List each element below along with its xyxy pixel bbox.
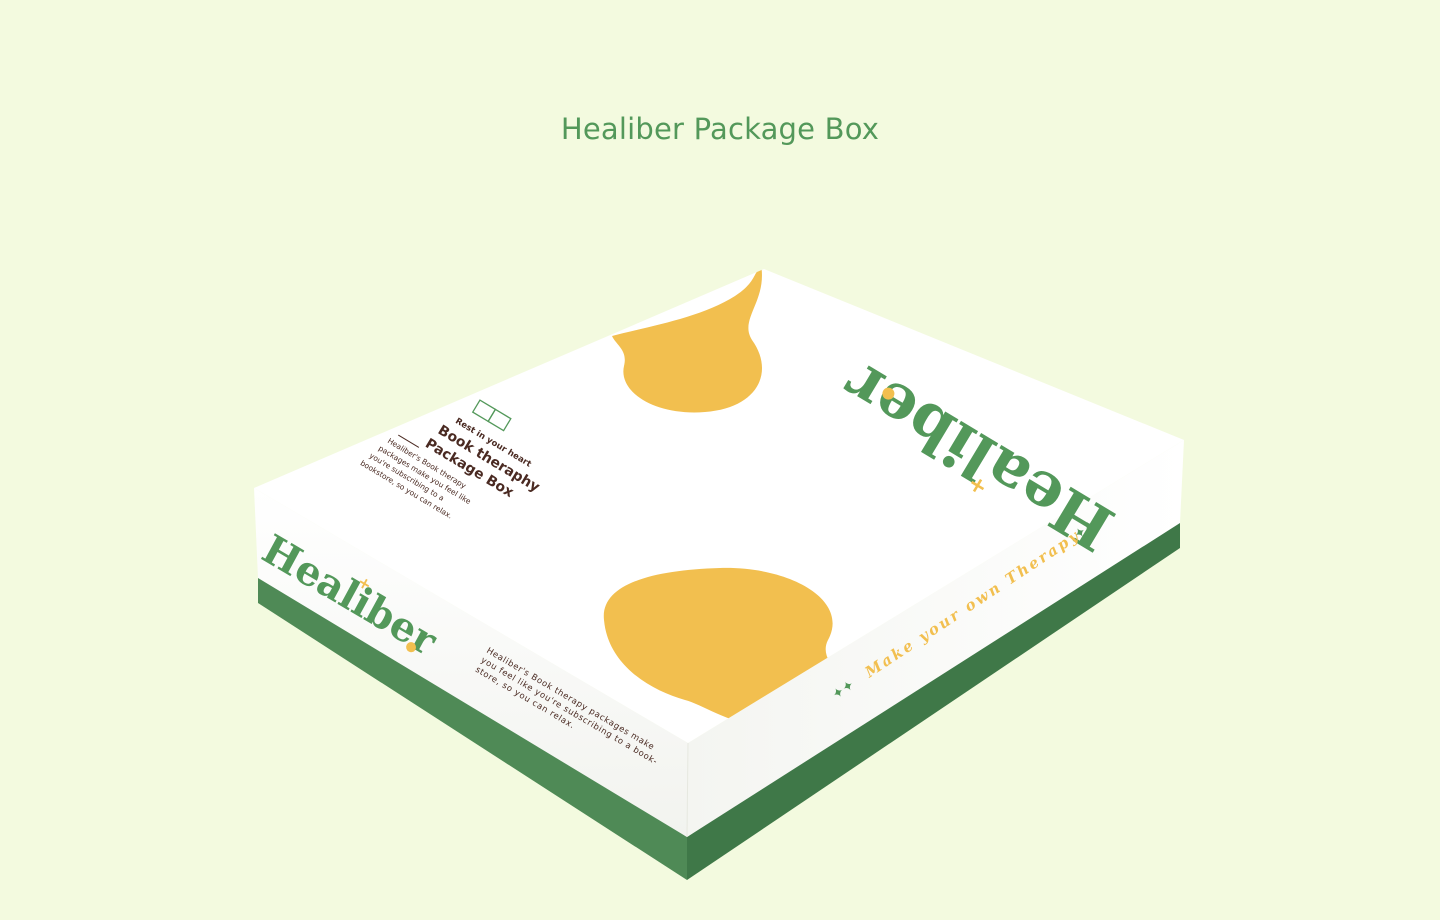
page: Healiber Package Box Rest in your heart … bbox=[0, 0, 1440, 920]
package-box-mockup: Rest in your heart Book theraphy Package… bbox=[254, 269, 1184, 880]
